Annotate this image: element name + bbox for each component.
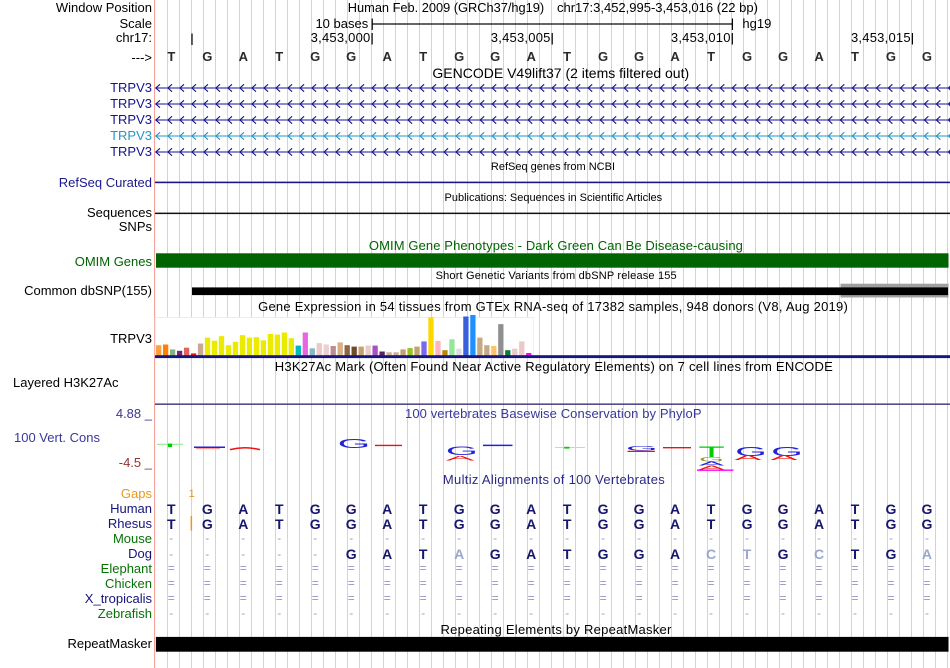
svg-text:A: A [770,453,798,462]
svg-text:A: A [446,454,475,462]
svg-text:G: G [338,436,371,451]
svg-text:A: A [734,453,762,462]
